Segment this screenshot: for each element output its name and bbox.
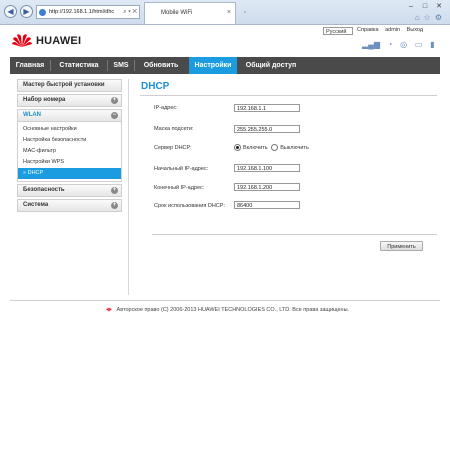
huawei-small-logo-icon xyxy=(106,307,112,312)
globe-icon: ◎ xyxy=(400,40,408,49)
back-icon[interactable]: ◀ xyxy=(4,5,17,18)
footer: Авторское право (C) 2006-2013 HUAWEI TEC… xyxy=(106,307,349,313)
subnet-mask-field[interactable]: 255.255.255.0 xyxy=(234,125,300,133)
sidebar-item-dial[interactable]: Набор номера + xyxy=(17,94,122,107)
lease-time-field[interactable]: 86400 xyxy=(234,201,300,209)
ip-address-field[interactable]: 192.168.1.1 xyxy=(234,104,300,112)
sidebar-subitem-basic[interactable]: Основные настройки xyxy=(18,124,121,135)
menu-statistics[interactable]: Статистика xyxy=(51,57,107,74)
minimize-button[interactable]: – xyxy=(405,2,417,11)
apply-button[interactable]: Применить xyxy=(380,241,423,251)
expand-icon[interactable]: + xyxy=(111,187,118,194)
tab-title: Mobile WiFi xyxy=(161,10,193,16)
end-ip-label: Конечный IP-адрес: xyxy=(154,185,205,191)
address-text: http://192.168.1.1/html/dhc xyxy=(49,9,115,15)
wifi-icon: ◔ xyxy=(387,40,393,49)
lease-time-label: Срок использования DHCP: xyxy=(154,203,226,209)
header-links: Справка admin Выход xyxy=(357,27,428,33)
sidebar-subitem-security[interactable]: Настройка безопасности xyxy=(18,135,121,146)
collapse-icon[interactable]: − xyxy=(111,112,118,119)
status-icons: ▂▄▆ ◔ ◎ ▭ ▮ xyxy=(362,40,442,52)
signal-icon: ▂▄▆ xyxy=(362,40,380,49)
start-ip-field[interactable]: 192.168.1.100 xyxy=(234,164,300,172)
dhcp-disable-radio[interactable] xyxy=(271,144,279,151)
browser-logo-icon xyxy=(39,9,46,16)
huawei-logo-icon xyxy=(12,34,32,47)
browser-tools-icons[interactable]: ⌂☆⚙ xyxy=(415,13,446,22)
mask-label: Маска подсети: xyxy=(154,126,194,132)
dhcp-disable-label: Выключить xyxy=(280,144,309,151)
title-divider xyxy=(140,95,437,96)
end-ip-field[interactable]: 192.168.1.200 xyxy=(234,183,300,191)
menu-update[interactable]: Обновить xyxy=(135,57,187,74)
forward-icon[interactable]: ▶ xyxy=(20,5,33,18)
language-select[interactable]: Русский xyxy=(323,27,353,35)
wlan-submenu: Основные настройки Настройка безопасност… xyxy=(17,122,122,182)
user-name: admin xyxy=(385,27,401,33)
sidebar-item-quick-setup[interactable]: Мастер быстрой установки xyxy=(17,79,122,92)
logo-text: HUAWEI xyxy=(36,35,82,47)
expand-icon[interactable]: + xyxy=(111,97,118,104)
copyright-text: Авторское право (C) 2006-2013 HUAWEI TEC… xyxy=(116,307,350,313)
address-bar[interactable]: http://192.168.1.1/html/dhc ⌕ ▾ ✕ xyxy=(36,5,140,19)
sidebar-item-system[interactable]: Система + xyxy=(17,199,122,212)
page-title: DHCP xyxy=(141,81,170,92)
dhcp-server-label: Сервер DHCP: xyxy=(154,145,192,151)
menu-sms[interactable]: SMS xyxy=(108,57,134,74)
battery-icon: ▮ xyxy=(430,40,435,49)
main-menu: Главная Статистика SMS Обновить Настройк… xyxy=(10,57,440,74)
sidebar: Мастер быстрой установки Набор номера + … xyxy=(17,79,122,214)
sidebar-item-label: Система xyxy=(23,202,49,208)
expand-icon[interactable]: + xyxy=(111,202,118,209)
dhcp-server-toggle: Включить Выключить xyxy=(234,144,309,151)
device-icon: ▭ xyxy=(414,40,423,49)
maximize-button[interactable]: □ xyxy=(419,2,431,11)
dhcp-enable-radio[interactable] xyxy=(234,144,241,151)
menu-home[interactable]: Главная xyxy=(10,57,50,74)
browser-tab[interactable]: Mobile WiFi × xyxy=(144,2,236,24)
sidebar-item-label: Набор номера xyxy=(23,97,66,103)
footer-divider xyxy=(10,300,440,301)
page-header: HUAWEI Русский Справка admin Выход ▂▄▆ ◔… xyxy=(0,24,450,56)
sidebar-item-wlan[interactable]: WLAN − xyxy=(17,109,122,122)
address-tools-icon[interactable]: ⌕ ▾ ✕ xyxy=(123,6,137,18)
dhcp-enable-label: Включить xyxy=(243,144,268,151)
sidebar-subitem-dhcp[interactable]: » DHCP xyxy=(18,168,121,179)
menu-settings[interactable]: Настройки xyxy=(189,57,237,74)
close-window-button[interactable]: ✕ xyxy=(433,2,445,11)
sidebar-item-label: Безопасность xyxy=(23,187,65,193)
logout-link[interactable]: Выход xyxy=(407,27,423,33)
tab-close-icon[interactable]: × xyxy=(227,3,231,23)
sidebar-subitem-wps[interactable]: Настройки WPS xyxy=(18,157,121,168)
start-ip-label: Начальный IP-адрес: xyxy=(154,166,209,172)
sidebar-item-security[interactable]: Безопасность + xyxy=(17,184,122,197)
new-tab-icon[interactable]: ▫ xyxy=(238,6,252,20)
content-divider xyxy=(128,79,129,295)
menu-sharing[interactable]: Общий доступ xyxy=(239,57,303,74)
form-divider xyxy=(152,234,437,235)
help-link[interactable]: Справка xyxy=(357,27,379,33)
sidebar-item-label: WLAN xyxy=(23,112,41,118)
ip-label: IP-адрес: xyxy=(154,105,178,111)
sidebar-subitem-mac-filter[interactable]: MAC-фильтр xyxy=(18,146,121,157)
browser-toolbar: ◀ ▶ http://192.168.1.1/html/dhc ⌕ ▾ ✕ Mo… xyxy=(0,0,450,25)
